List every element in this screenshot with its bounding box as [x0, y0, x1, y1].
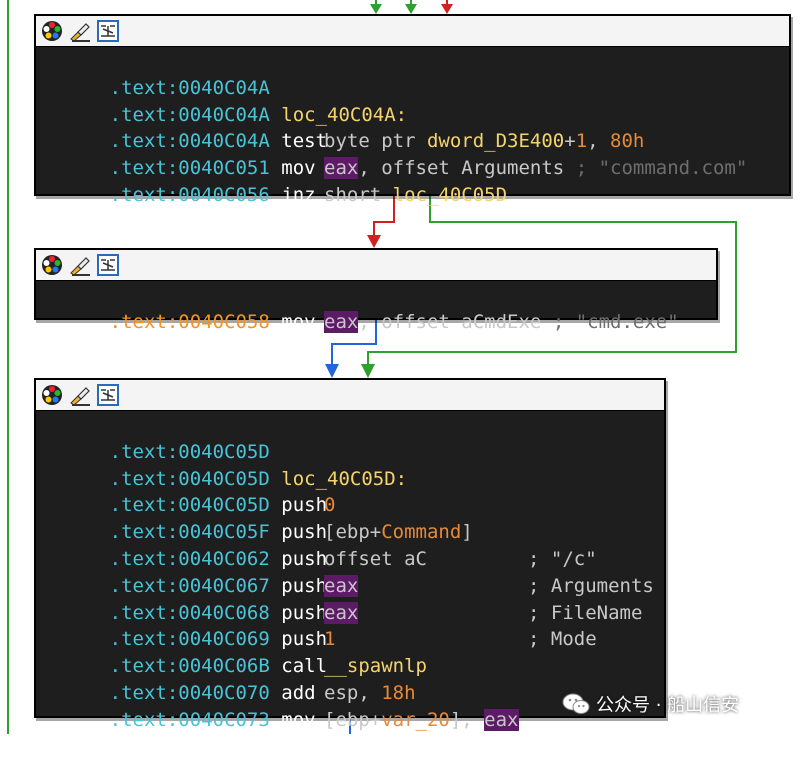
code-line[interactable]: .text:0040C04A loc_40C04A: [36, 75, 789, 126]
code-line[interactable]: .text:0040C067 push eax; Arguments [36, 546, 664, 597]
code-line[interactable]: .text:0040C04A [36, 48, 789, 99]
code-block-loc-40C04A[interactable]: .text:0040C04A .text:0040C04A loc_40C04A… [34, 14, 791, 206]
code-line[interactable]: .text:0040C058 mov eax, offset aCmdExe ; … [36, 282, 716, 333]
wechat-logo-icon [562, 693, 590, 714]
code-line[interactable]: .text:0040C070 add esp, 18h [36, 653, 664, 704]
code-block-0040C058[interactable]: .text:0040C058 mov eax, offset aCmdExe ; … [34, 248, 718, 333]
code-listing: .text:0040C058 mov eax, offset aCmdExe ; … [36, 281, 716, 333]
incoming-arrow-red [441, 4, 453, 14]
arrow-false-to-block2 [367, 235, 381, 248]
color-palette-icon[interactable] [40, 253, 64, 277]
mnemonic: mov [281, 708, 316, 731]
code-line[interactable]: .text:0040C05D push 0 [36, 466, 664, 516]
graph-layout-icon[interactable] [96, 383, 120, 407]
code-line[interactable]: .text:0040C05D [36, 412, 664, 463]
arrow-uncond-to-block3 [325, 364, 339, 378]
code-block-loc-40C05D[interactable]: .text:0040C05D .text:0040C05D loc_40C05D… [34, 378, 666, 731]
graph-layout-icon[interactable] [96, 19, 120, 43]
rename-block-icon[interactable] [68, 253, 92, 277]
code-line[interactable]: .text:0040C05D loc_40C05D: [36, 439, 664, 490]
code-line[interactable]: .text:0040C06B call __spawnlp [36, 626, 664, 677]
code-line[interactable]: .text:0040C056 jnz short loc_40C05D [36, 155, 789, 206]
color-palette-icon[interactable] [40, 19, 64, 43]
operands: eax, offset aCmdExe ; "cmd.exe" [324, 309, 679, 336]
code-listing: .text:0040C05D .text:0040C05D loc_40C05D… [36, 411, 664, 731]
operand-text: [ebp+ [324, 708, 382, 731]
code-line[interactable]: .text:0040C062 push offset aC; "/c" [36, 519, 664, 570]
code-listing: .text:0040C04A .text:0040C04A loc_40C04A… [36, 47, 789, 206]
incoming-arrow-green-1 [370, 4, 382, 14]
graph-layout-icon[interactable] [96, 253, 120, 277]
mnemonic: mov [281, 310, 316, 333]
rename-block-icon[interactable] [68, 19, 92, 43]
code-line[interactable]: .text:0040C051 mov eax, offset Arguments … [36, 128, 789, 180]
stack-var[interactable]: var_20 [381, 709, 450, 731]
color-palette-icon[interactable] [40, 383, 64, 407]
operands: short loc_40C05D [324, 182, 507, 209]
operand-text: short [324, 183, 382, 206]
block-header [36, 16, 789, 47]
code-line[interactable]: .text:0040C04A test byte ptr dword_D3E400… [36, 102, 789, 152]
watermark: 公众号 · 船山信安 [562, 690, 739, 718]
register-highlight[interactable]: eax [324, 310, 359, 333]
operand-text: , offset aCmdExe [358, 310, 542, 333]
address: .text:0040C056 [109, 183, 270, 206]
block-header [36, 380, 664, 411]
address-selected: .text:0040C058 [109, 310, 270, 333]
watermark-text: 公众号 · 船山信安 [596, 695, 740, 716]
jump-target[interactable]: loc_40C05D [393, 184, 507, 206]
operand-text: ], [449, 708, 485, 731]
address: .text:0040C073 [109, 708, 270, 731]
comment: ; "cmd.exe" [552, 310, 679, 333]
code-line[interactable]: .text:0040C069 push 1; Mode [36, 600, 664, 650]
operands: [ebp+var_20], eax [324, 707, 519, 734]
rename-block-icon[interactable] [68, 383, 92, 407]
code-line[interactable]: .text:0040C068 push eax; FileName [36, 573, 664, 624]
incoming-arrow-green-2 [405, 4, 417, 14]
mnemonic: jnz [281, 183, 316, 206]
arrow-true-to-block3 [361, 364, 375, 378]
code-line[interactable]: .text:0040C05F push [ebp+Command] [36, 492, 664, 543]
block-header [36, 250, 716, 281]
register-highlight[interactable]: eax [484, 708, 519, 731]
